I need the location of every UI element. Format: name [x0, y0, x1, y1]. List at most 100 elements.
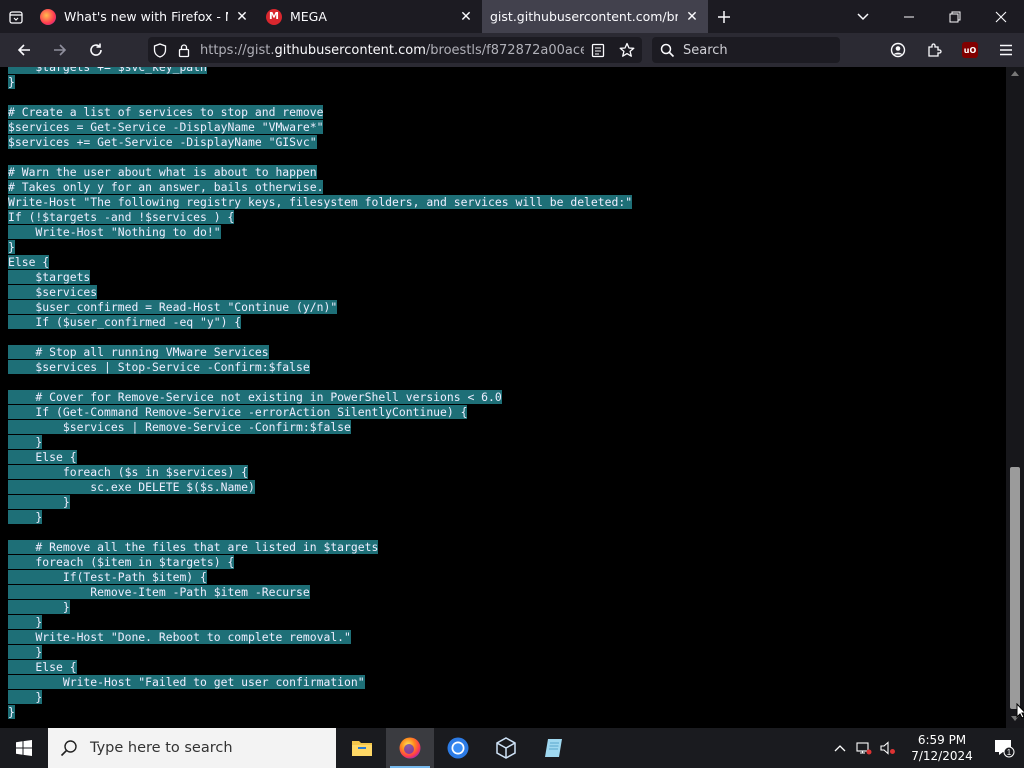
list-all-tabs-button[interactable]	[840, 0, 886, 33]
code-line: # Warn the user about what is about to h…	[8, 165, 632, 180]
bookmark-star-icon[interactable]	[612, 42, 642, 58]
forward-button[interactable]	[42, 33, 78, 67]
selected-code-text: Remove-Item -Path $item -Recurse	[8, 585, 310, 599]
reload-icon	[90, 43, 102, 56]
code-line: $services | Stop-Service -Confirm:$false	[8, 360, 632, 375]
selected-code-text: # Warn the user about what is about to h…	[8, 165, 317, 179]
show-hidden-icons-button[interactable]	[828, 744, 852, 752]
selected-code-text: $services	[8, 285, 98, 299]
scroll-up-arrow-icon[interactable]	[1011, 69, 1019, 77]
tab-title: MEGA	[290, 9, 327, 24]
volume-button[interactable]	[876, 741, 900, 755]
ublock-origin-icon: uO	[962, 42, 978, 58]
notification-center-button[interactable]: 1	[984, 738, 1024, 758]
mouse-cursor-icon	[1016, 703, 1024, 719]
new-tab-button[interactable]	[708, 0, 740, 33]
close-tab-icon[interactable]: ✕	[458, 9, 474, 25]
extensions-button[interactable]	[916, 33, 952, 67]
selected-code-text: $services = Get-Service -DisplayName "VM…	[8, 120, 324, 134]
selected-code-text: Else {	[8, 660, 77, 674]
close-tab-icon[interactable]: ✕	[684, 9, 700, 25]
reload-button[interactable]	[78, 33, 114, 67]
code-line: Write-Host "Nothing to do!"	[8, 225, 632, 240]
tab-overview-button[interactable]	[0, 0, 32, 33]
code-line: foreach ($item in $targets) {	[8, 555, 632, 570]
account-icon	[890, 42, 906, 58]
close-tab-icon[interactable]: ✕	[234, 9, 250, 25]
minimize-icon	[904, 16, 914, 17]
code-line: Else {	[8, 660, 632, 675]
close-window-button[interactable]	[978, 0, 1024, 33]
code-line: $user_confirmed = Read-Host "Continue (y…	[8, 300, 632, 315]
tab-mega[interactable]: M MEGA ✕	[258, 0, 482, 33]
mega-icon: M	[266, 8, 282, 25]
selected-code-text: Else {	[8, 255, 50, 269]
code-line: $services | Remove-Service -Confirm:$fal…	[8, 420, 632, 435]
notepad-icon	[545, 739, 562, 757]
tracking-protection-shield-icon[interactable]	[148, 42, 172, 58]
code-line: $targets	[8, 270, 632, 285]
selected-code-text: }	[8, 495, 70, 509]
selected-code-text: # Takes only y for an answer, bails othe…	[8, 180, 324, 194]
code-text: $targets += $svc_key_path} # Create a lis…	[8, 67, 633, 720]
volume-muted-icon	[880, 741, 895, 755]
tab-strip: What's new with Firefox - More ✕ M MEGA …	[0, 0, 1024, 33]
scrollbar-thumb[interactable]	[1010, 467, 1020, 709]
selected-code-text: # Create a list of services to stop and …	[8, 105, 324, 119]
tab-whats-new[interactable]: What's new with Firefox - More ✕	[32, 0, 258, 33]
taskbar-notepad[interactable]	[530, 728, 578, 768]
network-button[interactable]	[852, 741, 876, 755]
code-line: }	[8, 705, 632, 720]
taskbar-firefox[interactable]	[386, 728, 434, 768]
selected-code-text: $services | Stop-Service -Confirm:$false	[8, 360, 310, 374]
selected-code-text: # Remove all the files that are listed i…	[8, 540, 379, 554]
notification-icon: 1	[995, 740, 1015, 758]
code-line: Else {	[8, 450, 632, 465]
selected-code-text: If (Get-Command Remove-Service -errorAct…	[8, 405, 468, 419]
code-line: }	[8, 495, 632, 510]
restore-button[interactable]	[932, 0, 978, 33]
selected-code-text: Write-Host "Done. Reboot to complete rem…	[8, 630, 351, 644]
taskbar-chrome[interactable]	[434, 728, 482, 768]
code-line: }	[8, 75, 632, 90]
lock-icon[interactable]	[172, 43, 196, 58]
selected-code-text: $services += Get-Service -DisplayName "G…	[8, 135, 317, 149]
reader-view-icon[interactable]	[584, 43, 612, 58]
search-icon	[60, 740, 77, 757]
code-line: If (!$targets -and !$services ) {	[8, 210, 632, 225]
start-button[interactable]	[0, 728, 48, 768]
selected-code-text: }	[8, 690, 43, 704]
ublock-origin-button[interactable]: uO	[952, 33, 988, 67]
taskbar-file-explorer[interactable]	[338, 728, 386, 768]
selected-code-text: Else {	[8, 450, 77, 464]
search-input[interactable]: Search	[652, 37, 840, 63]
firefox-icon	[40, 8, 56, 25]
minimize-button[interactable]	[886, 0, 932, 33]
code-line: # Takes only y for an answer, bails othe…	[8, 180, 632, 195]
taskbar-search-box[interactable]: Type here to search	[48, 728, 336, 768]
selected-code-text: foreach ($item in $targets) {	[8, 555, 235, 569]
selected-code-text: foreach ($s in $services) {	[8, 465, 249, 479]
code-line: $targets += $svc_key_path	[8, 67, 632, 75]
url-text[interactable]: https://gist.githubusercontent.com/broes…	[200, 43, 584, 58]
address-bar[interactable]: https://gist.githubusercontent.com/broes…	[148, 37, 642, 63]
windows-taskbar: Type here to search 6:59 PM 7/12/2024 1	[0, 728, 1024, 768]
page-content: $targets += $svc_key_path} # Create a lis…	[0, 67, 1024, 728]
account-button[interactable]	[880, 33, 916, 67]
code-line: }	[8, 435, 632, 450]
taskbar-clock[interactable]: 6:59 PM 7/12/2024	[900, 732, 984, 764]
tab-gist[interactable]: gist.githubusercontent.com/broestl ✕	[482, 0, 708, 33]
selected-code-text: If ($user_confirmed -eq "y") {	[8, 315, 242, 329]
code-line: sc.exe DELETE $($s.Name)	[8, 480, 632, 495]
taskbar-virtualbox[interactable]	[482, 728, 530, 768]
tab-title: What's new with Firefox - More	[64, 9, 228, 24]
back-button[interactable]	[6, 33, 42, 67]
code-line: }	[8, 615, 632, 630]
code-line: If (Get-Command Remove-Service -errorAct…	[8, 405, 632, 420]
vertical-scrollbar[interactable]	[1006, 67, 1024, 728]
selected-code-text: # Stop all running VMware Services	[8, 345, 269, 359]
app-menu-button[interactable]	[988, 33, 1024, 67]
